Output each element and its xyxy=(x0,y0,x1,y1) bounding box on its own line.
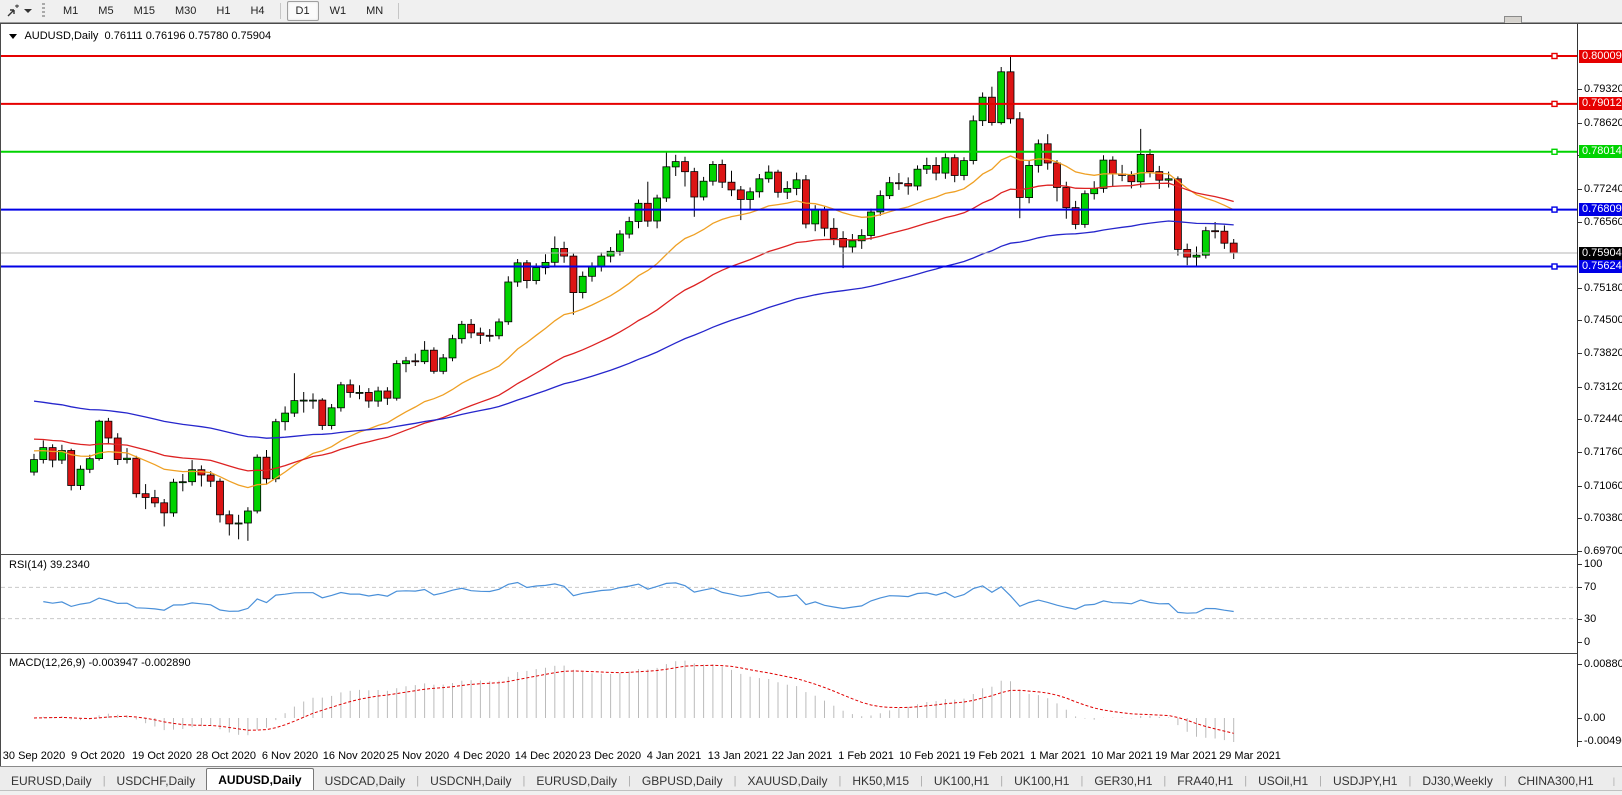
date-label: 6 Nov 2020 xyxy=(255,750,325,762)
rsi-tick-label: 100 xyxy=(1584,558,1602,570)
price-tick-label: 0.77240 xyxy=(1584,183,1622,195)
macd-pane[interactable] xyxy=(1,654,1577,747)
price-tick-label: 0.73120 xyxy=(1584,381,1622,393)
date-axis[interactable]: 30 Sep 20209 Oct 202019 Oct 202028 Oct 2… xyxy=(1,747,1577,767)
date-label: 13 Jan 2021 xyxy=(703,750,773,762)
date-label: 1 Feb 2021 xyxy=(831,750,901,762)
price-tick-label: 0.73820 xyxy=(1584,347,1622,359)
date-label: 19 Oct 2020 xyxy=(127,750,197,762)
main-price-chart[interactable] xyxy=(1,24,1577,554)
chart-tab-eurusd-daily[interactable]: EURUSD,Daily xyxy=(525,771,628,791)
date-label: 9 Oct 2020 xyxy=(63,750,133,762)
level-price-label: 0.80009 xyxy=(1579,50,1622,63)
chart-tab-hk50-m15[interactable]: HK50,M15 xyxy=(841,771,920,791)
chart-tab-uk100-h1[interactable]: UK100,H1 xyxy=(923,771,1000,791)
date-label: 1 Mar 2021 xyxy=(1023,750,1093,762)
date-label: 23 Dec 2020 xyxy=(575,750,645,762)
timeframe-button-h1[interactable]: H1 xyxy=(207,1,239,21)
price-tick-label: 0.70380 xyxy=(1584,512,1622,524)
timeframe-button-m15[interactable]: M15 xyxy=(125,1,164,21)
date-label: 16 Nov 2020 xyxy=(319,750,389,762)
chart-tab-usdjpy-h1[interactable]: USDJPY,H1 xyxy=(1322,771,1408,791)
level-price-label: 0.76809 xyxy=(1579,203,1622,216)
chevron-down-icon xyxy=(24,9,32,13)
date-label: 14 Dec 2020 xyxy=(511,750,581,762)
timeframe-button-m5[interactable]: M5 xyxy=(89,1,122,21)
rsi-tick-label: 30 xyxy=(1584,613,1596,625)
tab-separator: | xyxy=(1613,771,1615,791)
price-tick-label: 0.78620 xyxy=(1584,117,1622,129)
chart-tab-uk100-h1[interactable]: UK100,H1 xyxy=(1003,771,1080,791)
macd-tick-label: -0.004961 xyxy=(1584,735,1622,747)
cursor-crosshair-icon xyxy=(6,4,20,18)
timeframe-toolbar: M1M5M15M30H1H4 D1W1MN xyxy=(0,0,1622,23)
chart-tabbar: EURUSD,Daily|USDCHF,DailyAUDUSD,DailyUSD… xyxy=(0,766,1622,791)
mt4-terminal: M1M5M15M30H1H4 D1W1MN AUDUSD,Daily 0.7611… xyxy=(0,0,1622,795)
chart-tab-xauusd-daily[interactable]: XAUUSD,Daily xyxy=(736,771,838,791)
rsi-tick-label: 0 xyxy=(1584,636,1590,648)
triangle-down-icon xyxy=(9,34,17,39)
date-label: 10 Feb 2021 xyxy=(895,750,965,762)
chart-symbol-label: AUDUSD,Daily xyxy=(24,30,98,42)
price-tick-label: 0.76560 xyxy=(1584,216,1622,228)
price-tick-label: 0.71760 xyxy=(1584,446,1622,458)
toolbar-grip-handle[interactable] xyxy=(42,3,45,19)
chart-tab-audusd-daily[interactable]: AUDUSD,Daily xyxy=(206,768,313,791)
macd-indicator-label: MACD(12,26,9) -0.003947 -0.002890 xyxy=(9,657,191,669)
rsi-indicator-label: RSI(14) 39.2340 xyxy=(9,559,90,571)
timeframe-button-d1[interactable]: D1 xyxy=(287,1,319,21)
chart-tab-eurusd-daily[interactable]: EURUSD,Daily xyxy=(0,771,103,791)
timeframe-button-m30[interactable]: M30 xyxy=(166,1,205,21)
chart-tab-fra40-h1[interactable]: FRA40,H1 xyxy=(1166,771,1244,791)
status-strip xyxy=(0,790,1622,795)
chart-tab-usdcad-daily[interactable]: USDCAD,Daily xyxy=(314,771,417,791)
date-label: 19 Mar 2021 xyxy=(1151,750,1221,762)
chart-window: AUDUSD,Daily 0.76111 0.76196 0.75780 0.7… xyxy=(0,23,1622,767)
chart-tab-dj30-weekly[interactable]: DJ30,Weekly xyxy=(1411,771,1503,791)
level-price-label: 0.75904 xyxy=(1579,247,1622,260)
timeframe-button-m1[interactable]: M1 xyxy=(54,1,87,21)
date-label: 4 Jan 2021 xyxy=(639,750,709,762)
price-axis[interactable]: 0.793200.786200.779400.772400.765600.751… xyxy=(1577,24,1622,747)
timeframe-button-h4[interactable]: H4 xyxy=(241,1,273,21)
level-price-label: 0.75624 xyxy=(1579,260,1622,273)
price-tick-label: 0.69700 xyxy=(1584,545,1622,557)
cursor-tool-button[interactable] xyxy=(0,4,38,18)
date-label: 30 Sep 2020 xyxy=(0,750,69,762)
rsi-pane[interactable] xyxy=(1,556,1577,653)
chart-tab-ger30-h1[interactable]: GER30,H1 xyxy=(1083,771,1163,791)
rsi-tick-label: 70 xyxy=(1584,581,1596,593)
date-label: 4 Dec 2020 xyxy=(447,750,517,762)
chart-ohlc-values: 0.76111 0.76196 0.75780 0.75904 xyxy=(105,30,272,42)
timeframe-button-w1[interactable]: W1 xyxy=(321,1,356,21)
date-label: 28 Oct 2020 xyxy=(191,750,261,762)
macd-tick-label: 0.00 xyxy=(1584,712,1605,724)
pane-divider[interactable] xyxy=(1,554,1577,555)
date-label: 25 Nov 2020 xyxy=(383,750,453,762)
date-label: 19 Feb 2021 xyxy=(959,750,1029,762)
price-tick-label: 0.71060 xyxy=(1584,480,1622,492)
date-label: 22 Jan 2021 xyxy=(767,750,837,762)
macd-tick-label: 0.008807 xyxy=(1584,658,1622,670)
chart-tab-usdchf-daily[interactable]: USDCHF,Daily xyxy=(106,771,207,791)
chart-tab-usdcnh-daily[interactable]: USDCNH,Daily xyxy=(419,771,522,791)
toolbar-separator xyxy=(398,3,399,19)
level-price-label: 0.79012 xyxy=(1579,97,1622,110)
date-label: 10 Mar 2021 xyxy=(1087,750,1157,762)
price-tick-label: 0.72440 xyxy=(1584,413,1622,425)
price-tick-label: 0.75180 xyxy=(1584,282,1622,294)
price-tick-label: 0.79320 xyxy=(1584,83,1622,95)
timeframe-button-mn[interactable]: MN xyxy=(357,1,392,21)
level-price-label: 0.78014 xyxy=(1579,145,1622,158)
price-tick-label: 0.74500 xyxy=(1584,314,1622,326)
date-label: 29 Mar 2021 xyxy=(1215,750,1285,762)
chart-tab-usoil-h1[interactable]: USOil,H1 xyxy=(1247,771,1319,791)
timeframe-buttons: M1M5M15M30H1H4 D1W1MN xyxy=(53,1,404,21)
toolbar-separator xyxy=(280,3,281,19)
chart-tab-china300-h1[interactable]: CHINA300,H1 xyxy=(1507,771,1605,791)
chart-title: AUDUSD,Daily 0.76111 0.76196 0.75780 0.7… xyxy=(9,30,271,42)
chart-tab-gbpusd-daily[interactable]: GBPUSD,Daily xyxy=(631,771,734,791)
